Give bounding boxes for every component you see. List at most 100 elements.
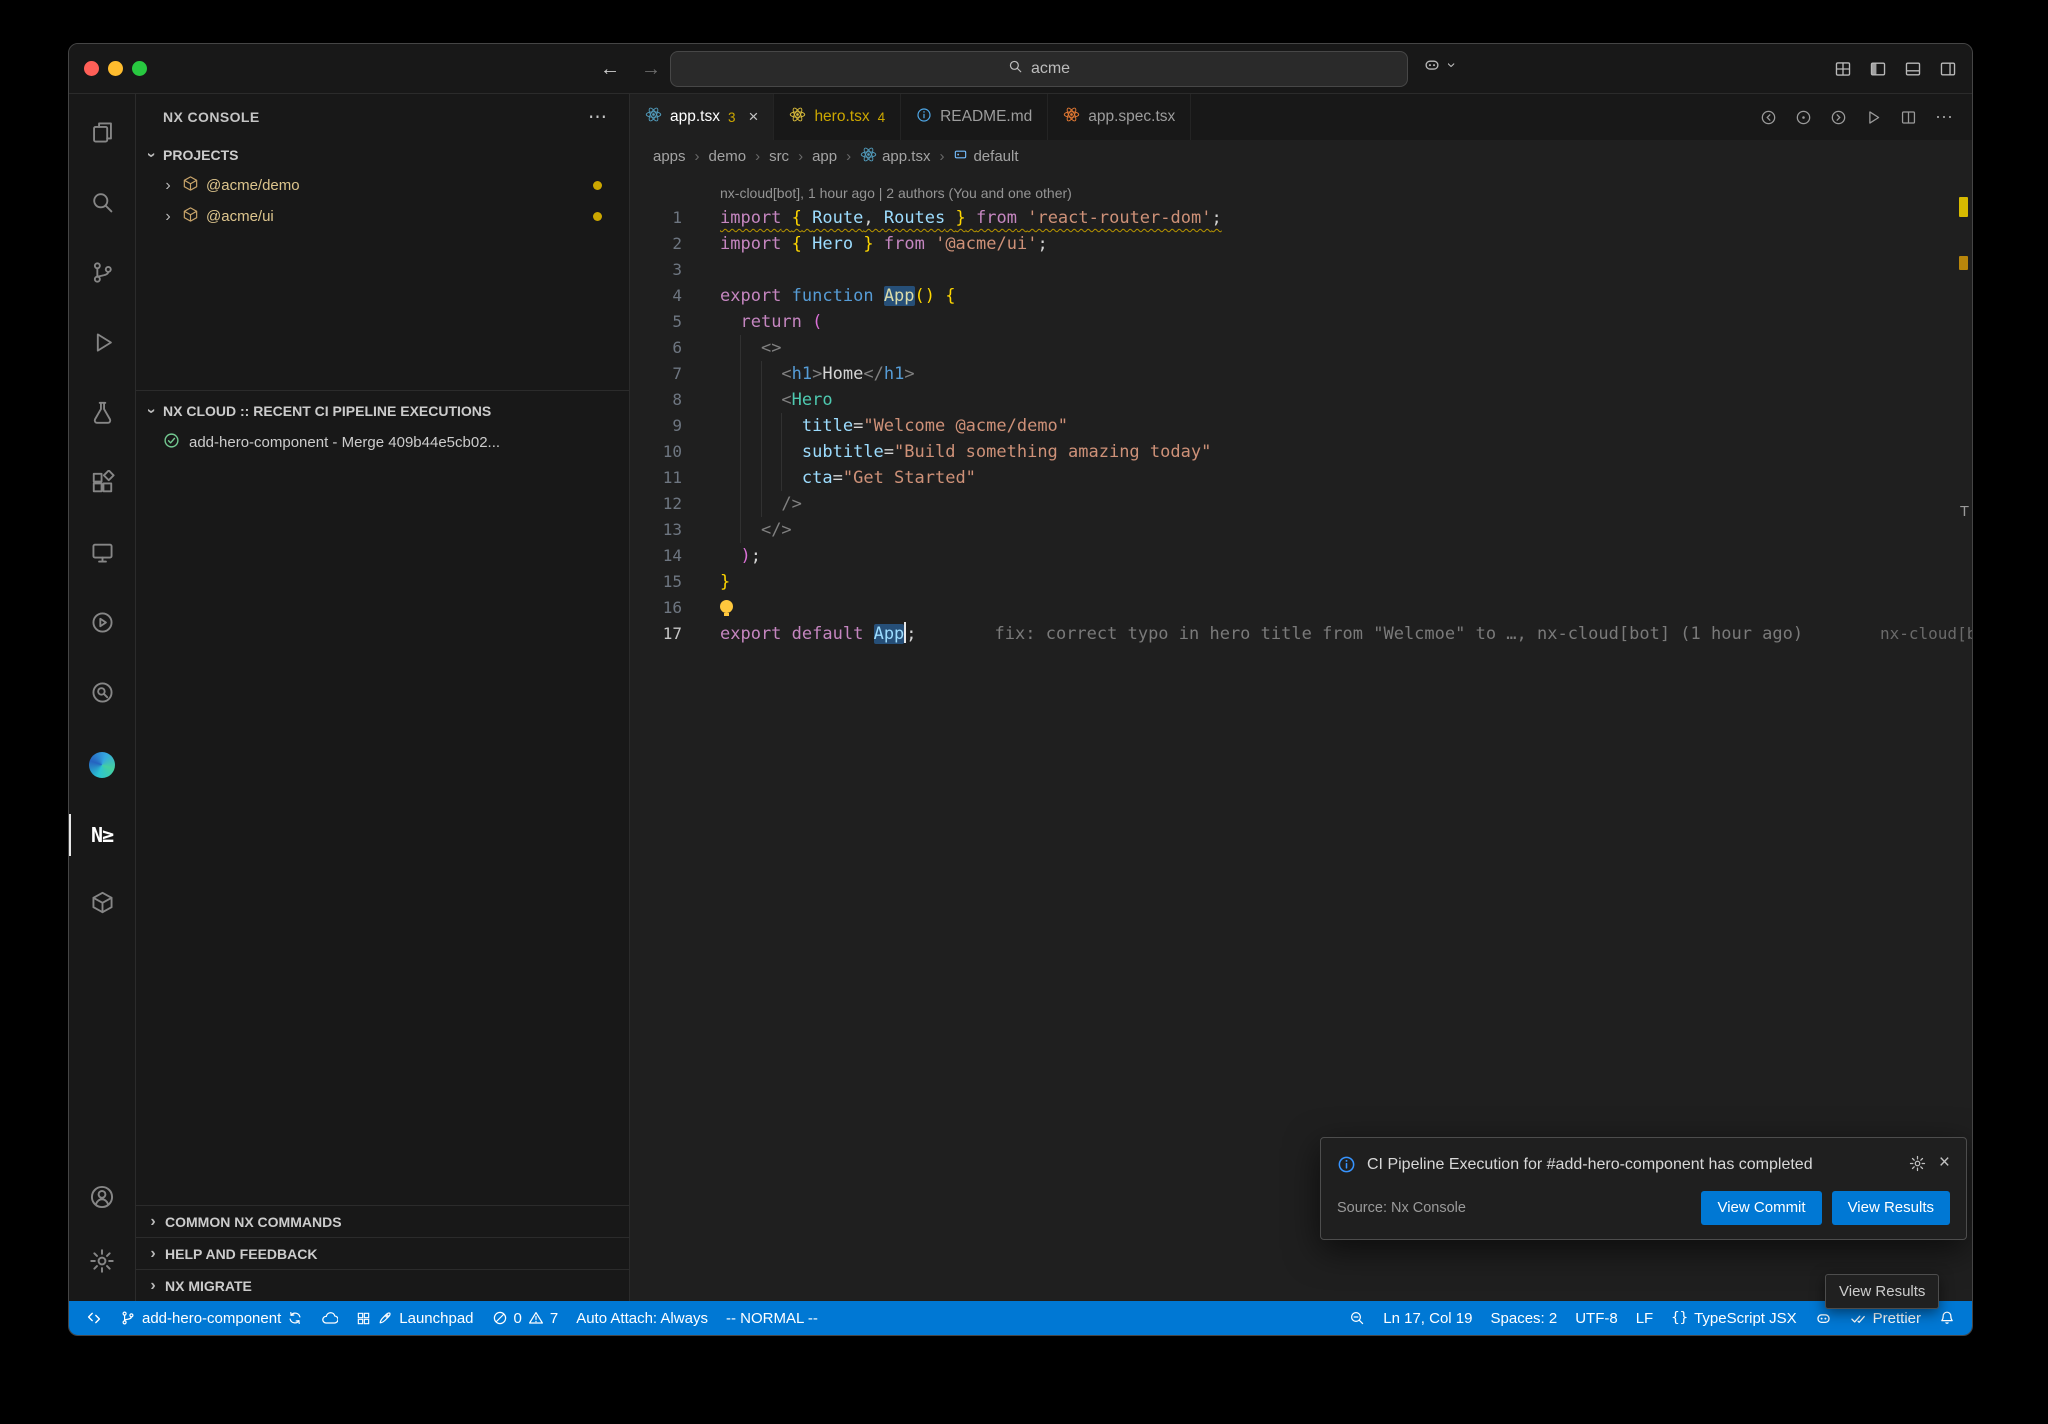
command-center[interactable]: acme bbox=[670, 51, 1408, 87]
activity-bar-item-project-graph[interactable] bbox=[69, 590, 136, 660]
pipeline-execution-item[interactable]: add-hero-component - Merge 409b44e5cb02.… bbox=[136, 427, 629, 458]
encoding-item[interactable]: UTF-8 bbox=[1566, 1301, 1627, 1335]
activity-bar-item-extensions[interactable] bbox=[69, 450, 136, 520]
vim-mode-item[interactable]: -- NORMAL -- bbox=[717, 1301, 827, 1335]
zoom-window-button[interactable] bbox=[132, 61, 147, 76]
auto-attach-item[interactable]: Auto Attach: Always bbox=[567, 1301, 717, 1335]
projects-section-header[interactable]: › PROJECTS bbox=[136, 140, 629, 170]
eol-item[interactable]: LF bbox=[1627, 1301, 1663, 1335]
sidebar-section-common-nx-commands[interactable]: ›COMMON NX COMMANDS bbox=[136, 1205, 629, 1237]
project-item-@acme/ui[interactable]: ›@acme/ui bbox=[136, 201, 629, 232]
problems-item[interactable]: 0 7 bbox=[483, 1301, 568, 1335]
activity-bar-item-dependencies[interactable] bbox=[69, 870, 136, 940]
code-token: import bbox=[720, 208, 781, 228]
code-line-6[interactable]: 6 <> bbox=[630, 335, 1972, 361]
activity-bar-item-accounts[interactable] bbox=[69, 1167, 136, 1231]
customize-layout-icon[interactable] bbox=[1834, 60, 1852, 78]
code-line-1[interactable]: 1import { Route, Routes } from 'react-ro… bbox=[630, 205, 1972, 231]
close-icon[interactable]: × bbox=[1939, 1155, 1950, 1171]
breadcrumb-item-demo[interactable]: demo bbox=[709, 148, 747, 165]
minimize-window-button[interactable] bbox=[108, 61, 123, 76]
breadcrumb-item-apps[interactable]: apps bbox=[653, 148, 686, 165]
activity-bar-item-remote-explorer[interactable] bbox=[69, 520, 136, 590]
activity-bar-item-explorer[interactable] bbox=[69, 100, 136, 170]
activity-bar-item-edge-tools[interactable] bbox=[69, 730, 136, 800]
split-editor-icon[interactable] bbox=[1900, 109, 1917, 126]
activity-bar-item-code-inspect[interactable] bbox=[69, 660, 136, 730]
branch-name: add-hero-component bbox=[142, 1310, 281, 1327]
nx-cloud-status-item[interactable] bbox=[312, 1301, 347, 1335]
code-line-16[interactable]: 16 bbox=[630, 595, 1972, 621]
quick-fix-lightbulb-icon[interactable] bbox=[720, 600, 733, 613]
remote-indicator[interactable] bbox=[77, 1301, 111, 1335]
code-line-10[interactable]: 10 subtitle="Build something amazing tod… bbox=[630, 439, 1972, 465]
view-commit-button[interactable]: View Commit bbox=[1701, 1191, 1821, 1225]
code-line-9[interactable]: 9 title="Welcome @acme/demo" bbox=[630, 413, 1972, 439]
zoom-item[interactable] bbox=[1340, 1301, 1374, 1335]
code-line-13[interactable]: 13 </> bbox=[630, 517, 1972, 543]
nx-cloud-section-header[interactable]: › NX CLOUD :: RECENT CI PIPELINE EXECUTI… bbox=[136, 394, 629, 427]
code-token: > bbox=[812, 364, 822, 384]
activity-bar-item-testing[interactable] bbox=[69, 380, 136, 450]
line-number: 2 bbox=[630, 231, 720, 257]
view-results-button[interactable]: View Results bbox=[1832, 1191, 1950, 1225]
launchpad-item[interactable]: Launchpad bbox=[347, 1301, 482, 1335]
toggle-primary-sidebar-icon[interactable] bbox=[1869, 60, 1887, 78]
close-icon[interactable]: × bbox=[749, 107, 759, 127]
code-token: subtitle bbox=[802, 442, 884, 462]
clipped-blame-text: nx-cloud[b bbox=[1880, 621, 1972, 647]
activity-bar-item-source-control[interactable] bbox=[69, 240, 136, 310]
code-line-11[interactable]: 11 cta="Get Started" bbox=[630, 465, 1972, 491]
navigate-back-icon[interactable]: ← bbox=[600, 58, 620, 81]
navigate-forward-icon[interactable]: → bbox=[641, 58, 661, 81]
code-line-14[interactable]: 14 ); bbox=[630, 543, 1972, 569]
sidebar-section-help-and-feedback[interactable]: ›HELP AND FEEDBACK bbox=[136, 1237, 629, 1269]
project-item-@acme/demo[interactable]: ›@acme/demo bbox=[136, 170, 629, 201]
close-window-button[interactable] bbox=[84, 61, 99, 76]
cursor-position-item[interactable]: Ln 17, Col 19 bbox=[1374, 1301, 1481, 1335]
error-count: 0 bbox=[514, 1310, 522, 1327]
git-branch-item[interactable]: add-hero-component bbox=[111, 1301, 312, 1335]
previous-change-icon[interactable] bbox=[1760, 109, 1777, 126]
chevron-right-icon: › bbox=[939, 148, 944, 165]
code-editor[interactable]: nx-cloud[bot], 1 hour ago | 2 authors (Y… bbox=[630, 173, 1972, 1301]
code-line-17[interactable]: 17export default App;fix: correct typo i… bbox=[630, 621, 1972, 647]
breadcrumb-item-app.tsx[interactable]: app.tsx bbox=[860, 146, 930, 167]
activity-bar-item-nx-console[interactable]: N≥ bbox=[69, 800, 136, 870]
tab-README.md[interactable]: README.md bbox=[901, 94, 1048, 140]
code-line-7[interactable]: 7 <h1>Home</h1> bbox=[630, 361, 1972, 387]
language-mode-item[interactable]: {} TypeScript JSX bbox=[1662, 1301, 1805, 1335]
tab-app.spec.tsx[interactable]: app.spec.tsx bbox=[1048, 94, 1191, 140]
toggle-secondary-sidebar-icon[interactable] bbox=[1939, 60, 1957, 78]
breadcrumb-item-default[interactable]: default bbox=[953, 147, 1018, 166]
activity-bar-item-search[interactable] bbox=[69, 170, 136, 240]
sidebar-section-nx-migrate[interactable]: ›NX MIGRATE bbox=[136, 1269, 629, 1301]
code-line-4[interactable]: 4export function App() { bbox=[630, 283, 1972, 309]
chevron-right-icon: › bbox=[695, 148, 700, 165]
toggle-panel-icon[interactable] bbox=[1904, 60, 1922, 78]
tab-app.tsx[interactable]: app.tsx3× bbox=[630, 94, 774, 140]
tab-hero.tsx[interactable]: hero.tsx4 bbox=[774, 94, 901, 140]
codelens-blame[interactable]: nx-cloud[bot], 1 hour ago | 2 authors (Y… bbox=[630, 181, 1972, 205]
code-line-8[interactable]: 8 <Hero bbox=[630, 387, 1972, 413]
code-line-3[interactable]: 3 bbox=[630, 257, 1972, 283]
sync-icon bbox=[287, 1310, 303, 1326]
activity-bar-item-run-and-debug[interactable] bbox=[69, 310, 136, 380]
code-line-2[interactable]: 2import { Hero } from '@acme/ui'; bbox=[630, 231, 1972, 257]
code-line-15[interactable]: 15} bbox=[630, 569, 1972, 595]
notification-settings-gear-icon[interactable] bbox=[1909, 1155, 1926, 1172]
indentation-item[interactable]: Spaces: 2 bbox=[1482, 1301, 1567, 1335]
code-line-12[interactable]: 12 /> bbox=[630, 491, 1972, 517]
breadcrumb-item-src[interactable]: src bbox=[769, 148, 789, 165]
annotations-icon[interactable] bbox=[1795, 109, 1812, 126]
copilot-menu[interactable]: › bbox=[1423, 56, 1458, 74]
code-line-5[interactable]: 5 return ( bbox=[630, 309, 1972, 335]
more-actions-icon[interactable]: ⋯ bbox=[1935, 107, 1954, 128]
next-change-icon[interactable] bbox=[1830, 109, 1847, 126]
sidebar-more-actions-icon[interactable]: ⋯ bbox=[588, 106, 607, 129]
overview-ruler-text: T bbox=[1960, 499, 1969, 525]
chevron-right-icon: › bbox=[798, 148, 803, 165]
breadcrumb-item-app[interactable]: app bbox=[812, 148, 837, 165]
activity-bar-item-settings[interactable] bbox=[69, 1231, 136, 1295]
run-file-icon[interactable] bbox=[1865, 109, 1882, 126]
